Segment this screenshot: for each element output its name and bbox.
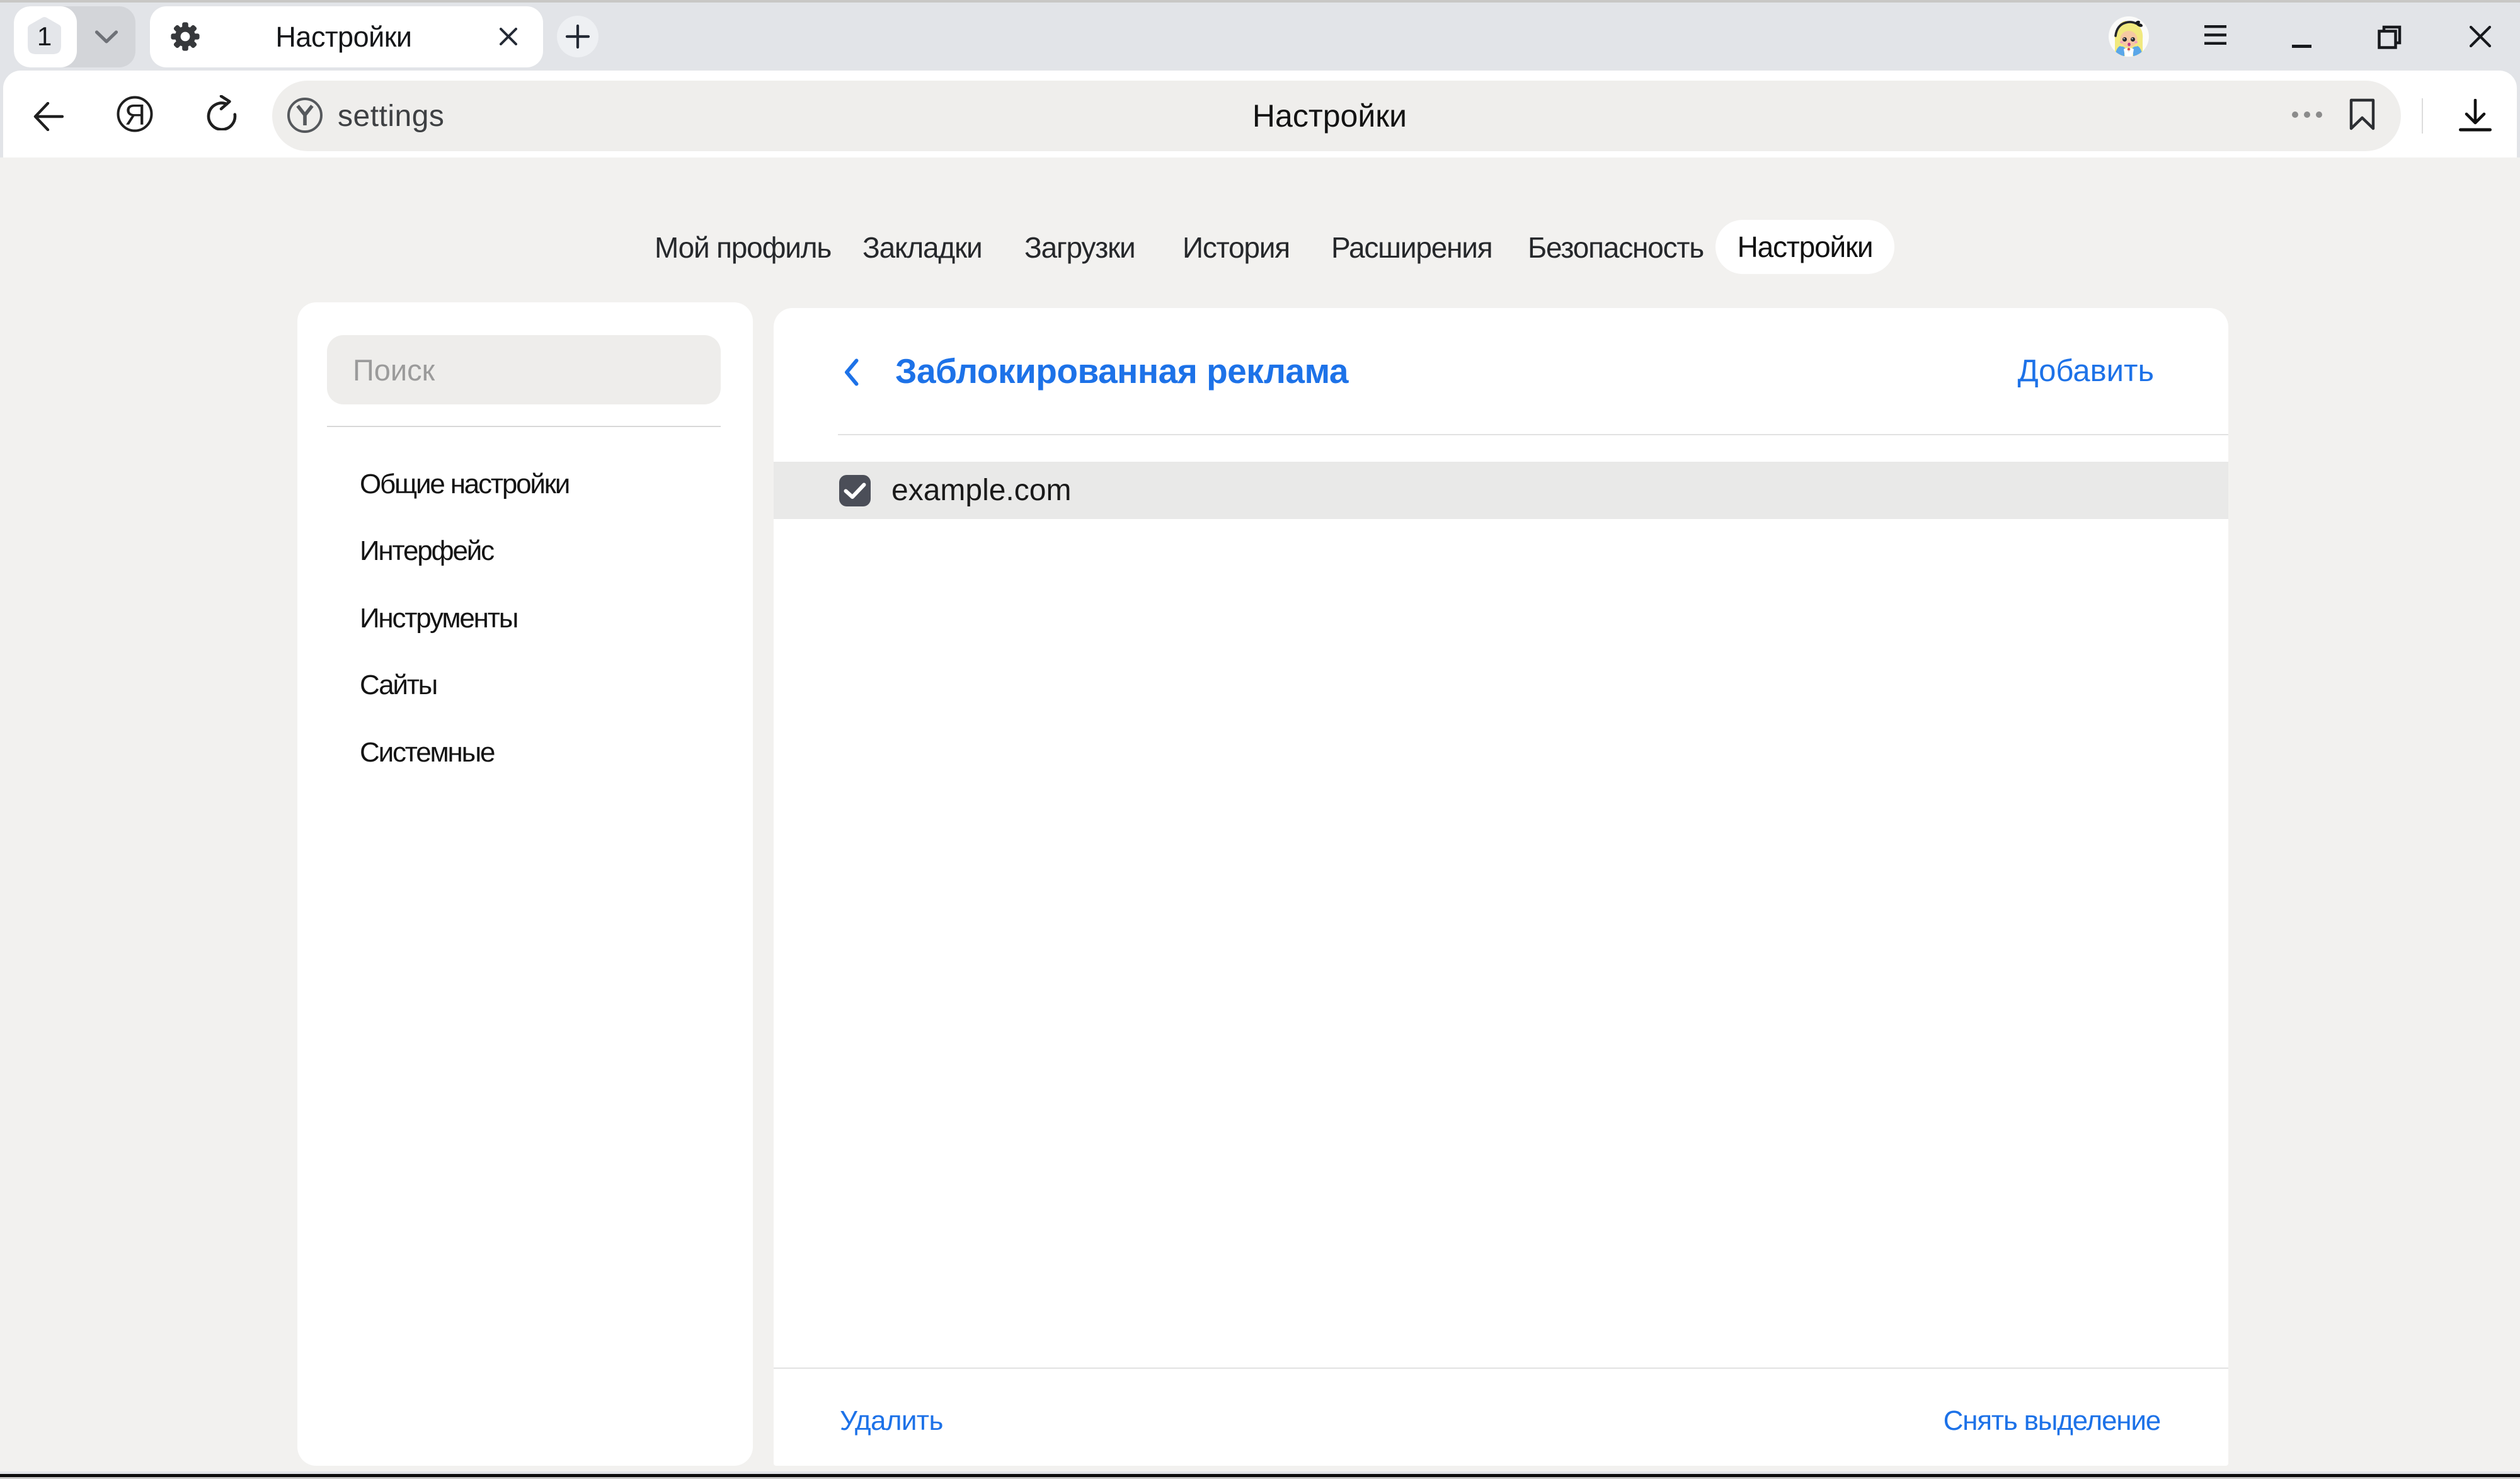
svg-text:1: 1 (37, 21, 52, 51)
svg-text:Я: Я (125, 98, 146, 131)
